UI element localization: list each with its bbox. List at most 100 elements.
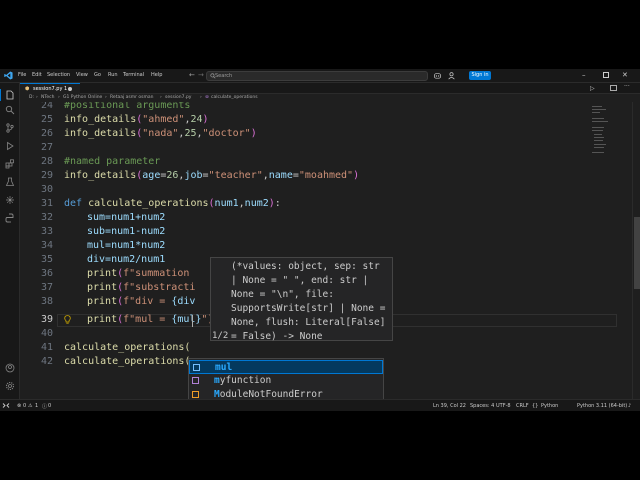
breadcrumb: D: › NTech › G1 Python Online › Retaaj a…: [20, 94, 640, 102]
code-line-active: print(f"mul = {mul}"): [87, 314, 214, 325]
error-count[interactable]: 0: [23, 403, 26, 409]
account-icon[interactable]: [447, 71, 456, 80]
breadcrumb-item[interactable]: G1 Python Online: [63, 95, 102, 100]
minimap-line: [594, 147, 604, 148]
remote-icon[interactable]: [0, 400, 12, 411]
line-number-active: 39: [40, 314, 53, 325]
editor-tab-bar: ⬢ session7.py 1 ▷ ···: [20, 83, 640, 94]
title-bar: File Edit Selection View Go Run Terminal…: [0, 69, 640, 83]
minimap-line: [592, 118, 604, 119]
command-center-search[interactable]: Search: [206, 71, 428, 81]
code-line: calculate_operations(: [64, 356, 191, 367]
suggestion-item[interactable]: myfunction: [189, 374, 383, 388]
forward-arrow-icon[interactable]: →: [198, 71, 204, 80]
language-mode[interactable]: Python: [541, 403, 558, 409]
breadcrumb-item[interactable]: calculate_operations: [211, 95, 258, 100]
error-icon[interactable]: ⊗: [17, 403, 21, 409]
variable-icon: [193, 364, 200, 371]
settings-gear-icon[interactable]: [5, 381, 15, 391]
minimap-line: [592, 130, 603, 131]
activity-bar: [0, 83, 20, 399]
extensions-icon[interactable]: [5, 159, 15, 169]
suggestion-item[interactable]: mul: [189, 360, 383, 374]
code-line: print(f"summation: [87, 268, 190, 279]
line-number: 31: [40, 198, 53, 209]
status-bar: ⊗ 0 ⚠ 1 ⓘ 0 Ln 39, Col 22 Spaces: 4 UTF-…: [0, 399, 640, 411]
menu-selection[interactable]: Selection: [47, 72, 70, 78]
breadcrumb-item[interactable]: session7.py: [165, 95, 191, 100]
line-number: 29: [40, 170, 53, 181]
info-count[interactable]: 0: [48, 403, 51, 409]
minimap-line: [592, 112, 600, 113]
function-symbol-icon: ⊚: [205, 95, 209, 100]
menu-run[interactable]: Run: [108, 72, 118, 78]
menu-file[interactable]: File: [18, 72, 26, 78]
code-editor[interactable]: 24 25 26 27 28 29 30 31 32 33 34 35 36 3…: [20, 102, 632, 399]
line-number: 32: [40, 212, 53, 223]
minimize-icon[interactable]: –: [582, 70, 586, 80]
function-icon: [192, 377, 199, 384]
tab-session7[interactable]: ⬢ session7.py 1: [20, 83, 80, 94]
suggestion-widget: mul myfunction ModuleNotFoundError: [188, 358, 384, 399]
line-number: 28: [40, 156, 53, 167]
back-arrow-icon[interactable]: ←: [189, 71, 195, 80]
vertical-scrollbar[interactable]: [632, 102, 640, 399]
line-number: 37: [40, 282, 53, 293]
testing-icon[interactable]: [5, 177, 15, 187]
menu-terminal[interactable]: Terminal: [123, 72, 144, 78]
explorer-icon[interactable]: [5, 90, 15, 100]
parameter-hint-popup: (*values: object, sep: str | None = " ",…: [210, 257, 393, 342]
maximize-icon[interactable]: [603, 72, 609, 78]
line-number: 24: [40, 102, 53, 111]
minimap-line: [592, 109, 606, 110]
suggestion-item[interactable]: ModuleNotFoundError: [189, 388, 383, 399]
menu-help[interactable]: Help: [151, 72, 162, 78]
line-number: 36: [40, 268, 53, 279]
search-icon[interactable]: [5, 105, 15, 115]
more-actions-icon[interactable]: ···: [624, 83, 630, 90]
active-indicator: [0, 89, 1, 101]
signature-line: (*values: object, sep: str: [231, 261, 380, 272]
python-icon[interactable]: [5, 213, 15, 223]
code-line: print(f"substracti: [87, 282, 196, 293]
breadcrumb-item[interactable]: D:: [29, 95, 34, 100]
minimap-line: [592, 127, 604, 128]
cursor-position[interactable]: Ln 39, Col 22: [433, 403, 466, 409]
minimap[interactable]: [590, 102, 620, 202]
breadcrumb-item[interactable]: Retaaj asmr osman: [110, 95, 154, 100]
line-ending[interactable]: CRLF: [516, 403, 529, 409]
source-control-icon[interactable]: [5, 123, 15, 133]
encoding[interactable]: UTF-8: [496, 403, 511, 409]
code-line: info_details("nada",25,"doctor"): [64, 128, 257, 139]
warning-icon[interactable]: ⚠: [28, 403, 32, 409]
vscode-logo-icon[interactable]: [4, 71, 13, 80]
unsaved-dot-icon[interactable]: [68, 87, 72, 91]
account-icon[interactable]: [5, 363, 15, 373]
close-icon[interactable]: ✕: [622, 70, 628, 80]
code-line: info_details(age=26,job="teacher",name="…: [64, 170, 360, 181]
menu-view[interactable]: View: [76, 72, 88, 78]
python-interpreter[interactable]: Python 3.11 (64-bit): [577, 403, 627, 409]
indentation[interactable]: Spaces: 4: [470, 403, 494, 409]
code-line: sum=num1+num2: [87, 212, 166, 223]
overload-counter[interactable]: 1/2: [212, 330, 228, 342]
signature-line: None, flush: Literal[False]: [231, 317, 386, 328]
info-icon[interactable]: ⓘ: [42, 403, 47, 410]
menu-edit[interactable]: Edit: [32, 72, 42, 78]
run-debug-icon[interactable]: [5, 141, 15, 151]
scrollbar-thumb[interactable]: [634, 217, 640, 289]
remote-explorer-icon[interactable]: [5, 195, 15, 205]
run-file-icon[interactable]: ▷: [590, 85, 595, 92]
breadcrumb-item[interactable]: NTech: [41, 95, 54, 100]
tab-label: session7.py 1: [33, 86, 68, 92]
code-line: div=num2/num1: [87, 254, 166, 265]
warning-count[interactable]: 1: [35, 403, 38, 409]
braces-icon[interactable]: {}: [532, 403, 538, 409]
copilot-icon[interactable]: [433, 71, 442, 80]
split-editor-icon[interactable]: [610, 85, 617, 91]
menu-go[interactable]: Go: [94, 72, 101, 78]
notifications-bell-icon[interactable]: ♪: [628, 403, 631, 409]
sign-in-button[interactable]: Sign in: [469, 71, 491, 80]
lightbulb-icon[interactable]: [64, 315, 71, 324]
signature-line: None = "\n", file:: [231, 289, 334, 300]
